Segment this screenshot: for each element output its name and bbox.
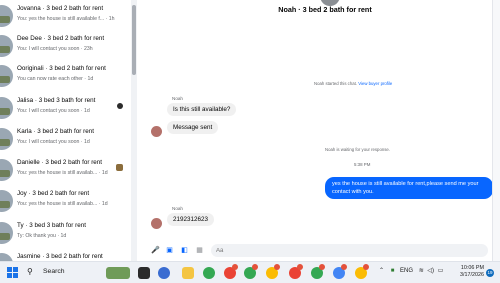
language-indicator[interactable]: ENG bbox=[400, 268, 413, 274]
chevron-up-icon[interactable]: ⌃ bbox=[379, 268, 384, 274]
sidebar-scrollbar[interactable] bbox=[131, 0, 137, 261]
search-label: Search bbox=[43, 268, 65, 275]
conversation-name: Joy · 3 bed 2 bath for rent bbox=[17, 190, 90, 197]
gallery-icon[interactable]: ▣ bbox=[166, 247, 173, 255]
conversation-item[interactable]: Jovanna · 3 bed 2 bath for rent You: yes… bbox=[0, 3, 132, 33]
conversation-preview: You: yes the house is still availab... ·… bbox=[17, 170, 108, 176]
outgoing-message[interactable]: yes the house is still available for ren… bbox=[325, 177, 493, 199]
conversation-preview: You: yes the house is still available f.… bbox=[17, 16, 115, 22]
conversation-item[interactable]: Joy · 3 bed 2 bath for rent You: yes the… bbox=[0, 188, 132, 218]
view-buyer-profile-link[interactable]: View buyer profile bbox=[358, 81, 392, 86]
sticker-icon[interactable]: ◧ bbox=[181, 247, 188, 255]
tray-app-icon[interactable]: ■ bbox=[391, 268, 395, 274]
search-icon: ⚲ bbox=[27, 267, 33, 276]
edge-browser-icon[interactable] bbox=[158, 267, 170, 279]
sender-avatar[interactable] bbox=[151, 126, 162, 137]
notification-badge bbox=[341, 264, 347, 270]
clock-time: 10:06 PM bbox=[460, 265, 484, 271]
conversation-item[interactable]: Danielle · 3 bed 2 bath for rent You: ye… bbox=[0, 157, 132, 187]
conversation-preview: You can now rate each other · 1d bbox=[17, 76, 94, 82]
conversation-preview: Ty: Ok thank you · 1d bbox=[17, 233, 67, 239]
conversation-item[interactable]: Dee Dee · 3 bed 2 bath for rent You: I w… bbox=[0, 33, 132, 63]
avatar bbox=[0, 5, 13, 27]
notification-badge bbox=[319, 264, 325, 270]
incoming-message[interactable]: Message sent bbox=[167, 121, 219, 134]
message-timestamp: 5:38 PM bbox=[354, 162, 371, 167]
volume-icon[interactable]: ◁) bbox=[427, 268, 434, 274]
chat-started-text: Noah started this chat. bbox=[314, 81, 357, 86]
conversation-name: Jalisa · 3 bed 3 bath for rent bbox=[17, 97, 96, 104]
incoming-message[interactable]: 2192312623 bbox=[167, 213, 215, 226]
notification-badge bbox=[252, 264, 258, 270]
conversation-name: Ty · 3 bed 3 bath for rent bbox=[17, 222, 86, 229]
notification-badge bbox=[232, 264, 238, 270]
sender-name: Noah bbox=[172, 206, 183, 211]
message-input[interactable] bbox=[211, 244, 488, 257]
avatar bbox=[0, 222, 13, 244]
unread-thumbnail-icon bbox=[117, 103, 123, 109]
chat-title[interactable]: Noah · 3 bed 2 bath for rent bbox=[140, 5, 500, 14]
conversation-name: Jovanna · 3 bed 2 bath for rent bbox=[17, 5, 104, 12]
conversation-preview: You: I will contact you soon · 1d bbox=[17, 139, 90, 145]
conversation-list: Jovanna · 3 bed 2 bath for rent You: yes… bbox=[0, 0, 137, 261]
conversation-name: Danielle · 3 bed 2 bath for rent bbox=[17, 159, 103, 166]
conversation-item[interactable]: Jalisa · 3 bed 3 bath for rent You: I wi… bbox=[0, 95, 132, 125]
conversation-name: Dee Dee · 3 bed 2 bath for rent bbox=[17, 35, 105, 42]
conversation-name: Karla · 3 bed 2 bath for rent bbox=[17, 128, 95, 135]
avatar bbox=[0, 35, 13, 57]
window-edge bbox=[492, 0, 500, 261]
notification-badge bbox=[363, 264, 369, 270]
notification-count-badge[interactable]: 19 bbox=[486, 269, 494, 277]
conversation-preview: You: I will contact you soon · 23h bbox=[17, 46, 93, 52]
clock-date: 3/17/2026 bbox=[460, 272, 484, 278]
windows-start-icon[interactable] bbox=[7, 267, 18, 278]
sender-name: Noah bbox=[172, 96, 183, 101]
gif-icon[interactable]: ▦ bbox=[196, 247, 203, 255]
conversation-item[interactable]: Karla · 3 bed 2 bath for rent You: I wil… bbox=[0, 126, 132, 156]
microphone-icon[interactable]: 🎤 bbox=[151, 247, 160, 255]
sender-avatar[interactable] bbox=[151, 218, 162, 229]
conversation-item[interactable]: Jasmine · 3 bed 2 bath for rent bbox=[0, 251, 132, 261]
conversation-name: Ooriginali · 3 bed 2 bath for rent bbox=[17, 65, 106, 72]
conversation-item[interactable]: Ooriginali · 3 bed 2 bath for rent You c… bbox=[0, 63, 132, 93]
conversation-name: Jasmine · 3 bed 2 bath for rent bbox=[17, 253, 103, 260]
waiting-notice: Noah is waiting for your response. bbox=[325, 147, 390, 152]
clock[interactable]: 10:06 PM 3/17/2026 bbox=[452, 265, 484, 279]
system-tray: ⌃ ■ ENG ≋ ◁) ▭ bbox=[379, 267, 443, 279]
chrome-icon[interactable] bbox=[203, 267, 215, 279]
avatar bbox=[0, 65, 13, 87]
chat-started-notice: Noah started this chat. View buyer profi… bbox=[314, 81, 392, 86]
message-composer: 🎤 ▣ ◧ ▦ bbox=[140, 243, 492, 259]
file-explorer-icon[interactable] bbox=[182, 267, 194, 279]
avatar bbox=[0, 190, 13, 212]
avatar bbox=[0, 159, 13, 181]
avatar bbox=[0, 97, 13, 119]
conversation-item[interactable]: Ty · 3 bed 3 bath for rent Ty: Ok thank … bbox=[0, 220, 132, 250]
conversation-preview: You: yes the house is still availab... ·… bbox=[17, 201, 108, 207]
task-view-icon[interactable] bbox=[138, 267, 150, 279]
widgets-icon[interactable] bbox=[106, 267, 130, 279]
avatar bbox=[0, 253, 13, 261]
battery-icon[interactable]: ▭ bbox=[438, 268, 444, 274]
notification-badge bbox=[274, 264, 280, 270]
chat-header: Noah · 3 bed 2 bath for rent bbox=[140, 0, 492, 20]
listing-thumbnail-icon bbox=[116, 164, 123, 171]
incoming-message[interactable]: Is this still available? bbox=[167, 103, 237, 116]
scrollbar-thumb[interactable] bbox=[132, 5, 136, 75]
conversation-preview: You: I will contact you soon · 1d bbox=[17, 108, 90, 114]
taskbar: ⚲ Search ⌃ ■ ENG ≋ ◁) ▭ 10:06 PM 3/17/20… bbox=[0, 261, 500, 283]
notification-badge bbox=[297, 264, 303, 270]
wifi-icon[interactable]: ≋ bbox=[419, 268, 424, 274]
chat-panel: Noah · 3 bed 2 bath for rent Noah starte… bbox=[140, 0, 493, 261]
avatar bbox=[0, 128, 13, 150]
